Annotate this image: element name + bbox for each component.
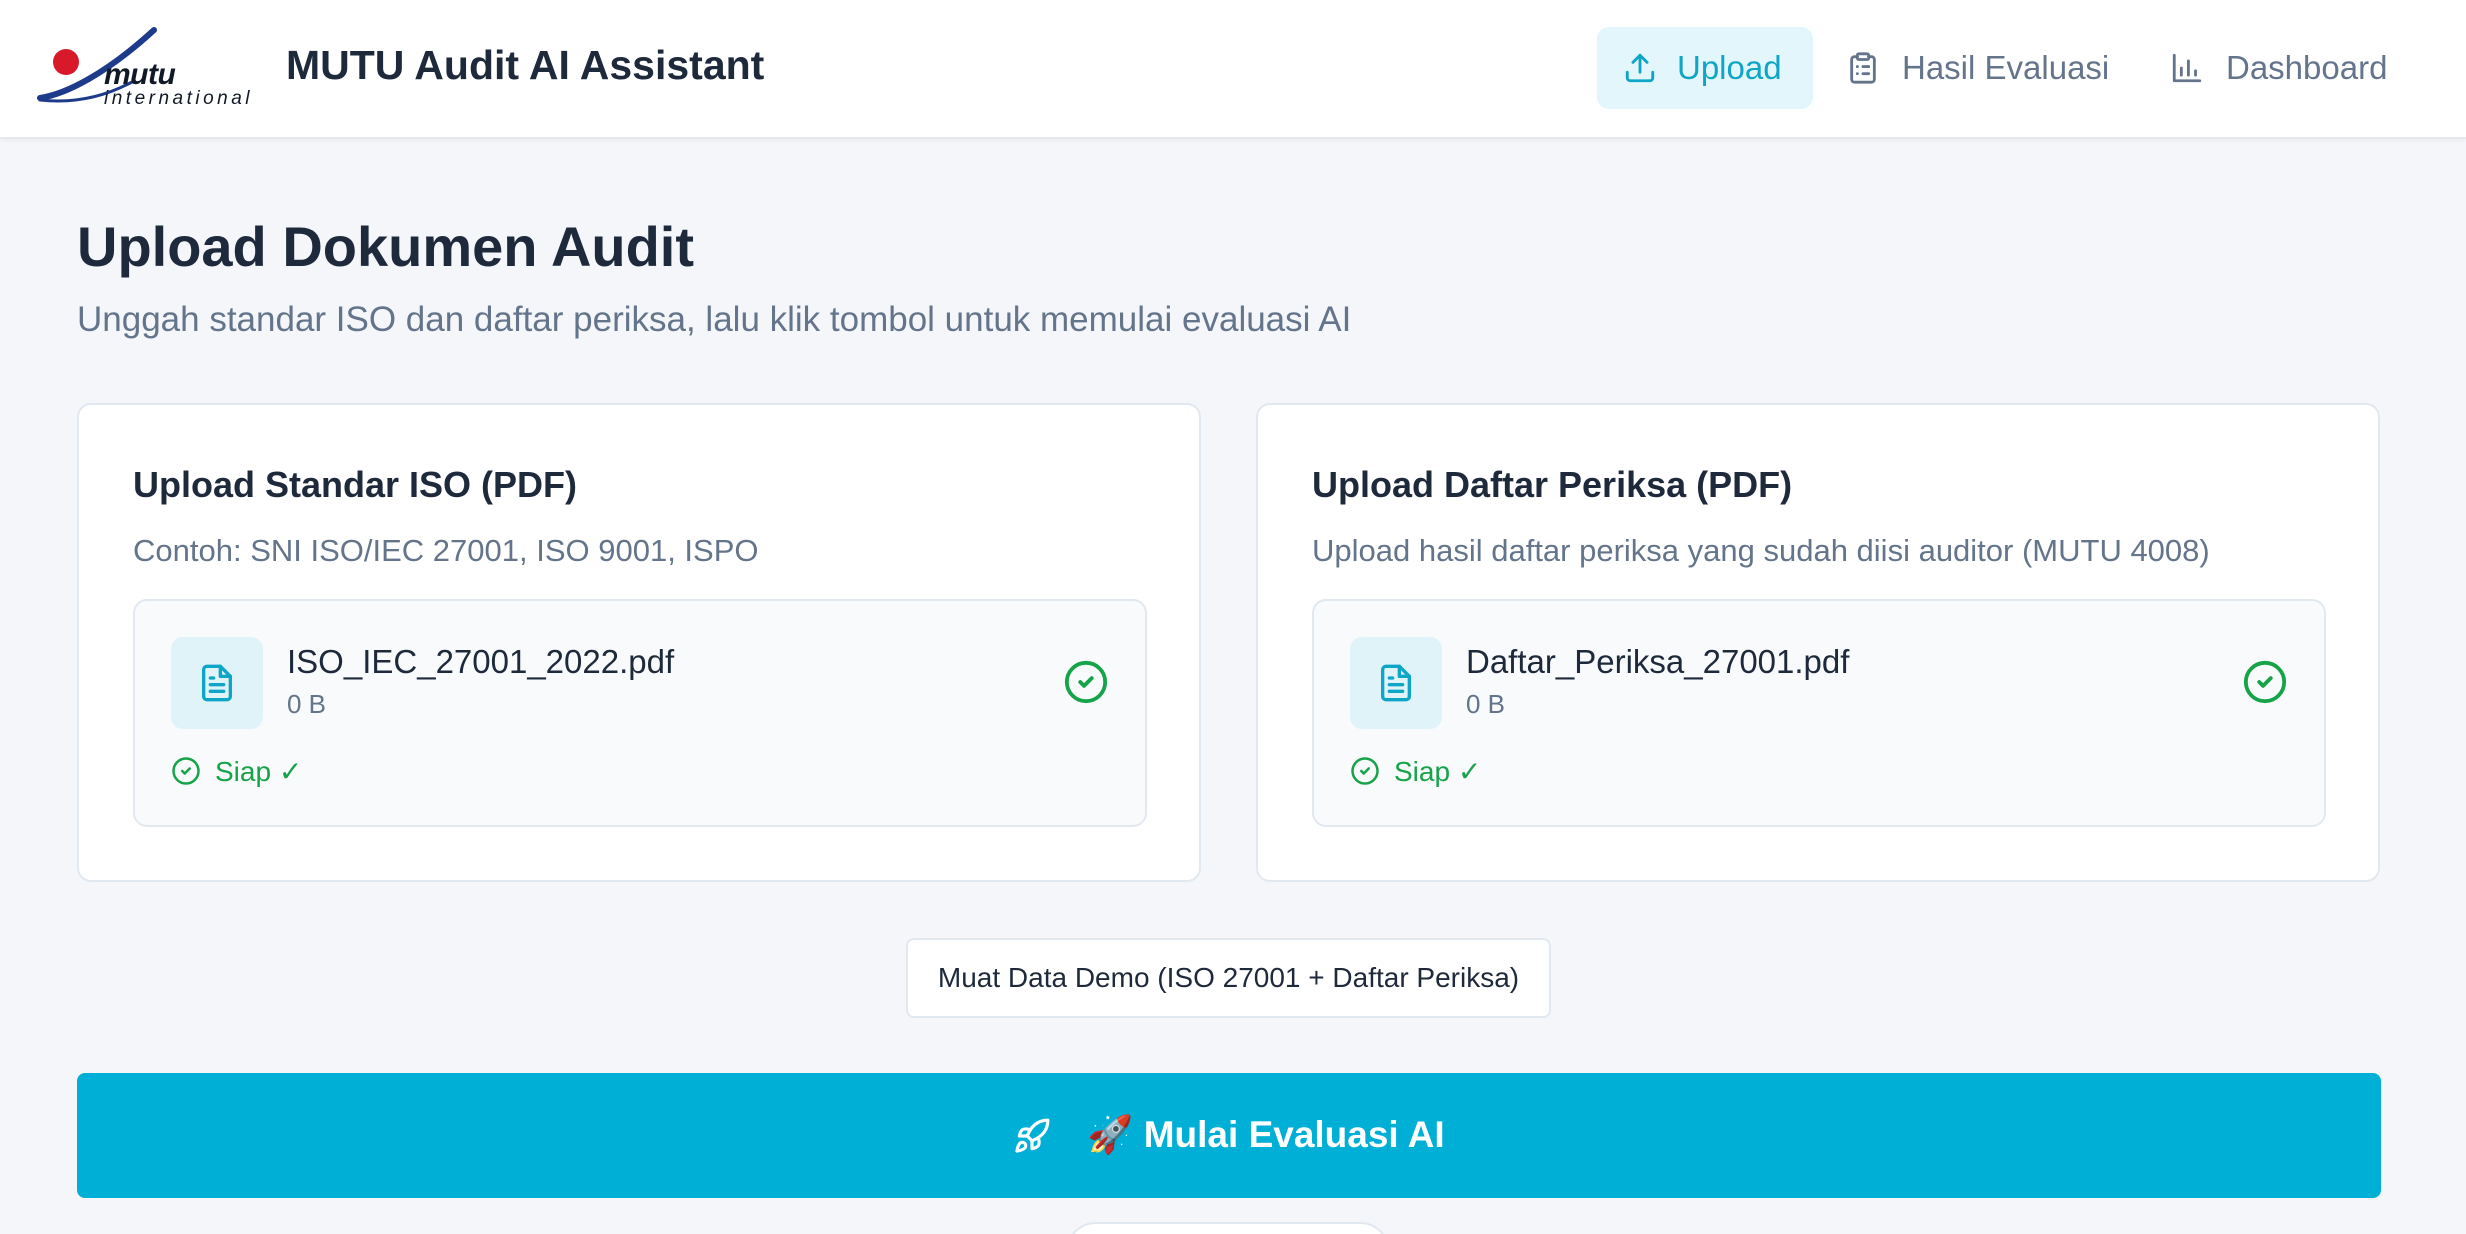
check-circle-icon (1064, 660, 1108, 704)
card-title: Upload Daftar Periksa (PDF) (1312, 464, 1793, 505)
upload-checklist-card: Upload Daftar Periksa (PDF) Upload hasil… (1256, 403, 2380, 882)
uploaded-file-checklist[interactable]: Daftar_Periksa_27001.pdf 0 B Siap ✓ (1312, 599, 2326, 827)
bar-chart-icon (2172, 53, 2202, 83)
check-circle-icon (2243, 660, 2287, 704)
nav-dashboard-label: Dashboard (2226, 49, 2388, 86)
upload-iso-card: Upload Standar ISO (PDF) Contoh: SNI ISO… (77, 403, 1201, 882)
file-status: Siap ✓ (1350, 753, 1481, 789)
status-label: Siap ✓ (1394, 755, 1482, 787)
nav-hasil-evaluasi[interactable]: Hasil Evaluasi (1846, 27, 2109, 109)
nav-dashboard[interactable]: Dashboard (2170, 27, 2387, 109)
logo-tagline-text: international (104, 88, 254, 109)
file-icon-container (171, 637, 263, 729)
page-subtitle: Unggah standar ISO dan daftar periksa, l… (77, 300, 1352, 339)
nav-upload-label: Upload (1677, 49, 1782, 86)
status-label: Siap ✓ (215, 755, 303, 787)
page-title: Upload Dokumen Audit (77, 215, 695, 278)
file-size: 0 B (1466, 689, 1506, 719)
file-name: Daftar_Periksa_27001.pdf (1466, 643, 1850, 680)
file-size: 0 B (287, 689, 327, 719)
mutu-international-logo[interactable]: mutu international (36, 24, 260, 114)
logo-brand-text: mutu (104, 58, 176, 91)
card-description: Upload hasil daftar periksa yang sudah d… (1312, 533, 2210, 568)
rocket-icon (1015, 1118, 1050, 1153)
clipboard-list-icon (1850, 52, 1876, 84)
primary-button-label: 🚀 Mulai Evaluasi AI (1087, 1114, 1445, 1155)
upload-icon (1625, 53, 1655, 83)
file-text-icon (202, 664, 232, 702)
load-demo-data-button[interactable]: Muat Data Demo (ISO 27001 + Daftar Perik… (906, 938, 1551, 1018)
app-title: MUTU Audit AI Assistant (286, 42, 765, 88)
card-description: Contoh: SNI ISO/IEC 27001, ISO 9001, ISP… (133, 533, 759, 568)
secondary-button-partial[interactable] (1066, 1222, 1390, 1234)
nav-hasil-label: Hasil Evaluasi (1902, 49, 2110, 86)
status-check-icon (1351, 757, 1379, 785)
status-check-icon (172, 757, 200, 785)
file-icon-container (1350, 637, 1442, 729)
uploaded-file-iso[interactable]: ISO_IEC_27001_2022.pdf 0 B Siap ✓ (133, 599, 1147, 827)
file-name: ISO_IEC_27001_2022.pdf (287, 643, 675, 680)
app-header: mutu international MUTU Audit AI Assista… (0, 0, 2466, 139)
card-title: Upload Standar ISO (PDF) (133, 464, 578, 505)
file-status: Siap ✓ (171, 753, 302, 789)
start-ai-evaluation-button[interactable]: 🚀 Mulai Evaluasi AI (77, 1073, 2381, 1198)
file-text-icon (1381, 664, 1411, 702)
nav-upload[interactable]: Upload (1597, 27, 1813, 109)
